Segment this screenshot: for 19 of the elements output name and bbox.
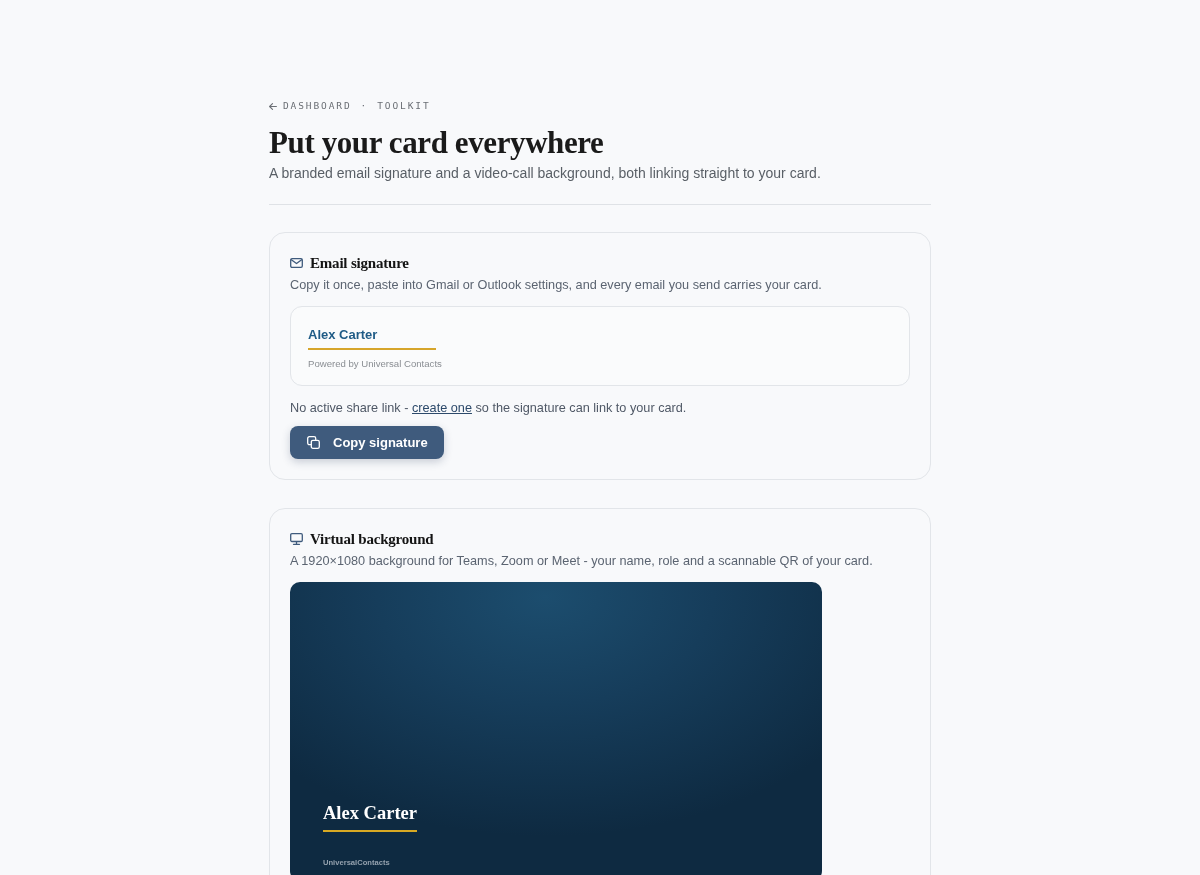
copy-signature-button[interactable]: Copy signature (290, 426, 444, 459)
signature-name: Alex Carter (308, 326, 436, 350)
breadcrumb-separator: · (360, 99, 369, 113)
page-title: Put your card everywhere (269, 125, 605, 161)
envelope-icon (290, 258, 303, 268)
section-title: Email signature (310, 254, 409, 273)
page-subtitle: A branded email signature and a video-call background, both linking straight to your card. (269, 164, 822, 183)
section-description: A 1920×1080 background for Teams, Zoom or Meet - your name, role and a scannable QR of your card. (290, 553, 874, 570)
create-link[interactable]: create one (412, 401, 472, 415)
copy-icon (307, 436, 320, 449)
back-arrow-icon (269, 102, 277, 110)
section-description: Copy it once, paste into Gmail or Outlook settings, and every email you send carries your card. (290, 277, 823, 294)
section-title: Virtual background (310, 530, 434, 549)
monitor-icon (290, 533, 303, 545)
background-name: Alex Carter (323, 802, 417, 832)
share-link-note: No active share link - create one so the signature can link to your card. (290, 400, 688, 417)
breadcrumb-current: TOOLKIT (377, 99, 431, 113)
signature-footer: Powered by Universal Contacts (308, 358, 442, 370)
dashboard-link[interactable]: DASHBOARD (269, 99, 352, 113)
